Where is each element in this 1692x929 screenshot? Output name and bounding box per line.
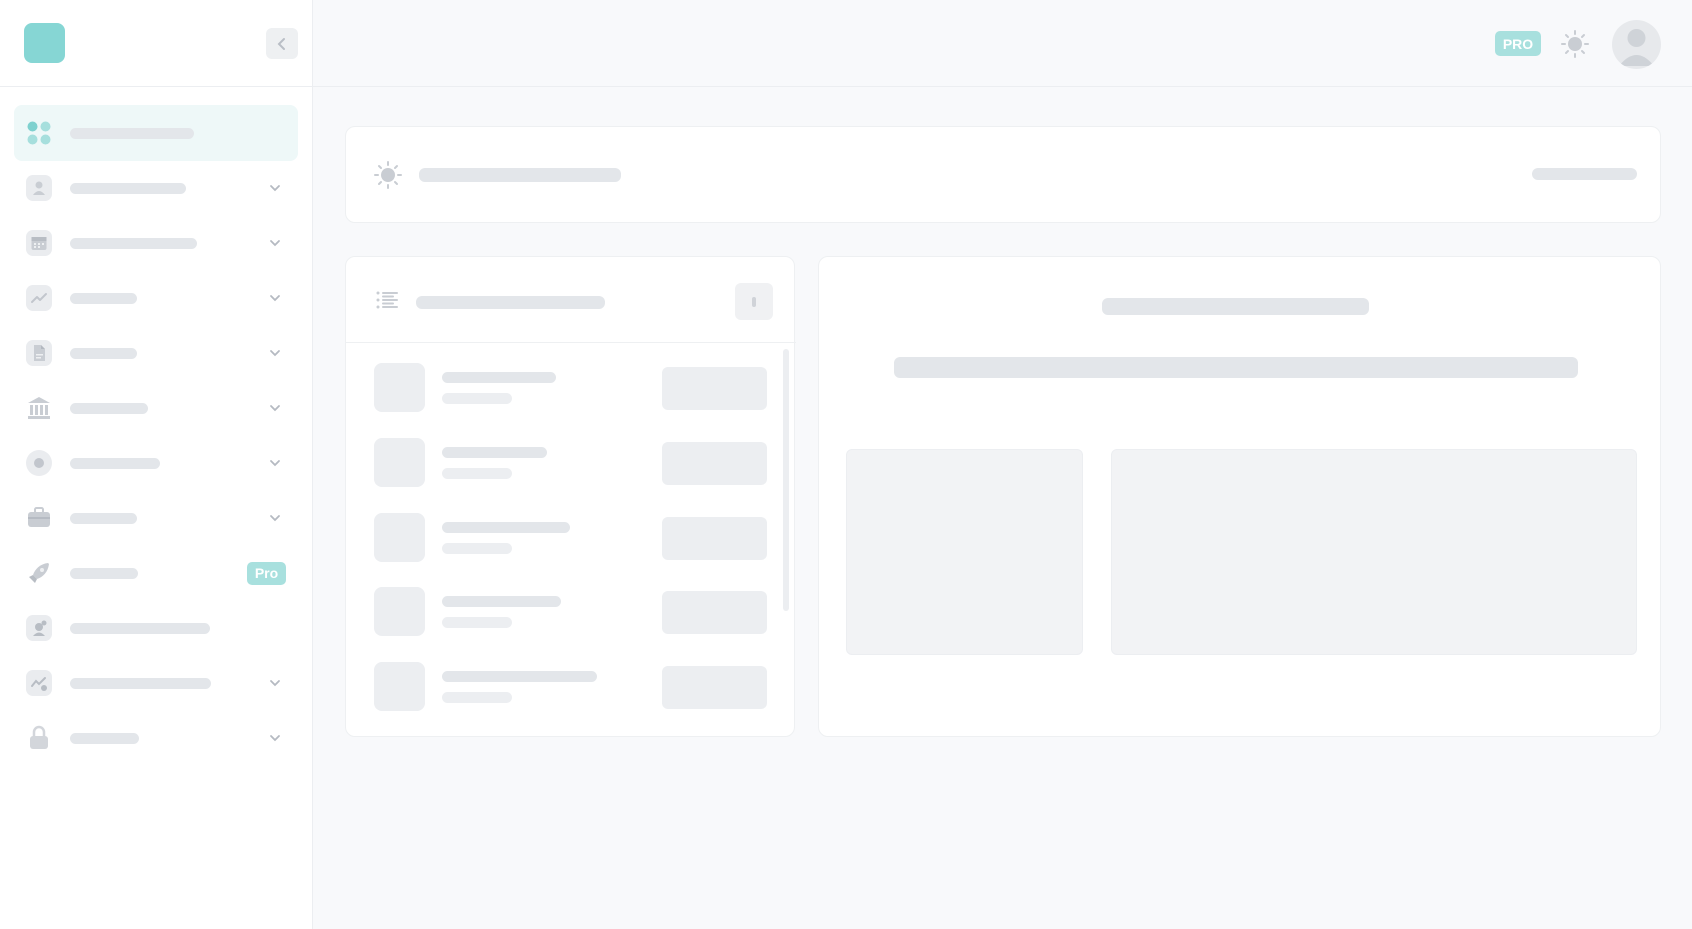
list-item-thumbnail	[374, 662, 425, 711]
app-logo[interactable]	[24, 23, 65, 63]
detail-panel-left	[846, 449, 1083, 655]
sidebar-item-label-placeholder	[70, 732, 139, 744]
chevron-down-icon	[270, 680, 280, 687]
chevron-down-icon	[270, 460, 280, 467]
sidebar-item-label-placeholder	[70, 347, 137, 359]
detail-subtitle-placeholder	[894, 357, 1578, 378]
collapse-sidebar-button[interactable]	[266, 28, 298, 59]
list-item-title-placeholder	[442, 372, 556, 383]
detail-panel	[818, 256, 1661, 737]
list-item-action-button[interactable]	[662, 591, 767, 634]
briefcase-icon	[26, 505, 52, 531]
list-item-title-placeholder	[442, 596, 561, 607]
lock-icon	[26, 725, 52, 751]
list-item[interactable]	[374, 438, 774, 488]
chevron-down-icon	[270, 515, 280, 522]
top-bar	[313, 0, 1692, 87]
sun-settings-icon	[374, 161, 402, 189]
sidebar-item-label-placeholder	[70, 512, 137, 524]
detail-panel-right	[1111, 449, 1637, 655]
list-scrollbar[interactable]	[783, 349, 789, 611]
page-meta-placeholder	[1532, 168, 1637, 180]
sidebar-item-label-placeholder	[70, 402, 148, 414]
list-item-subtitle-placeholder	[442, 393, 512, 404]
list-item-title-placeholder	[442, 522, 570, 533]
sidebar-item-analytics[interactable]	[14, 655, 298, 711]
sidebar-item-documents[interactable]	[14, 325, 298, 381]
list-item[interactable]	[374, 662, 774, 712]
sidebar-item-profile[interactable]	[14, 600, 298, 656]
list-item-subtitle-placeholder	[442, 468, 512, 479]
chevron-down-icon	[270, 240, 280, 247]
pro-badge: Pro	[247, 561, 286, 585]
detail-title-placeholder	[1102, 298, 1369, 315]
chevron-down-icon	[270, 735, 280, 742]
list-item[interactable]	[374, 513, 774, 563]
avatar[interactable]	[1612, 20, 1661, 69]
chevron-down-icon	[270, 185, 280, 192]
chevron-down-icon	[270, 295, 280, 302]
list-item[interactable]	[374, 363, 774, 413]
sidebar-item-label-placeholder	[70, 567, 138, 579]
sidebar-item-security[interactable]	[14, 710, 298, 766]
pro-badge-header[interactable]: PRO	[1495, 31, 1541, 56]
sidebar-item-label-placeholder	[70, 237, 197, 249]
chevron-left-icon	[277, 37, 285, 50]
list-item-subtitle-placeholder	[442, 692, 512, 703]
page-title-placeholder	[419, 168, 621, 182]
dashboard-grid-icon	[26, 120, 52, 146]
more-icon	[752, 296, 756, 307]
sun-icon	[1561, 30, 1589, 58]
sidebar-item-reports[interactable]	[14, 270, 298, 326]
sidebar-item-label-placeholder	[70, 677, 211, 689]
sidebar-item-dashboard[interactable]	[14, 105, 298, 161]
user-avatar-icon	[1619, 29, 1654, 66]
list-item-action-button[interactable]	[662, 367, 767, 410]
sidebar-item-calendar[interactable]	[14, 215, 298, 271]
sidebar-item-label-placeholder	[70, 182, 186, 194]
list-panel	[345, 256, 796, 737]
sidebar-item-records[interactable]	[14, 435, 298, 491]
sidebar-item-label-placeholder	[70, 622, 210, 634]
list-title-placeholder	[416, 296, 605, 309]
document-icon	[26, 340, 52, 366]
rocket-icon	[26, 560, 52, 586]
list-item-thumbnail	[374, 513, 425, 562]
chevron-down-icon	[270, 405, 280, 412]
list-panel-header	[346, 257, 796, 343]
list-item-title-placeholder	[442, 447, 547, 458]
chart-line-icon	[26, 285, 52, 311]
list-icon	[376, 291, 398, 309]
sidebar-header	[0, 0, 312, 87]
list-item-action-button[interactable]	[662, 666, 767, 709]
list-action-button[interactable]	[735, 283, 773, 320]
calendar-icon	[26, 230, 52, 256]
user-icon	[26, 175, 52, 201]
list-item-subtitle-placeholder	[442, 617, 512, 628]
list-item-subtitle-placeholder	[442, 543, 512, 554]
sidebar-item-label-placeholder	[70, 457, 160, 469]
bank-icon	[26, 395, 52, 421]
sidebar-item-banking[interactable]	[14, 380, 298, 436]
page-title-card	[345, 126, 1661, 223]
sidebar-item-label-placeholder	[70, 127, 194, 139]
sidebar: Pro	[0, 0, 313, 929]
list-item-thumbnail	[374, 363, 425, 412]
sidebar-item-projects[interactable]	[14, 490, 298, 546]
list-item-title-placeholder	[442, 671, 597, 682]
record-icon	[26, 450, 52, 476]
chevron-down-icon	[270, 350, 280, 357]
sidebar-item-launch[interactable]: Pro	[14, 545, 298, 601]
list-item-thumbnail	[374, 587, 425, 636]
analytics-icon	[26, 670, 52, 696]
sidebar-item-users[interactable]	[14, 160, 298, 216]
list-item[interactable]	[374, 587, 774, 637]
list-item-thumbnail	[374, 438, 425, 487]
sidebar-item-label-placeholder	[70, 292, 137, 304]
list-item-action-button[interactable]	[662, 442, 767, 485]
profile-card-icon	[26, 615, 52, 641]
list-item-action-button[interactable]	[662, 517, 767, 560]
theme-toggle-button[interactable]	[1560, 29, 1590, 59]
